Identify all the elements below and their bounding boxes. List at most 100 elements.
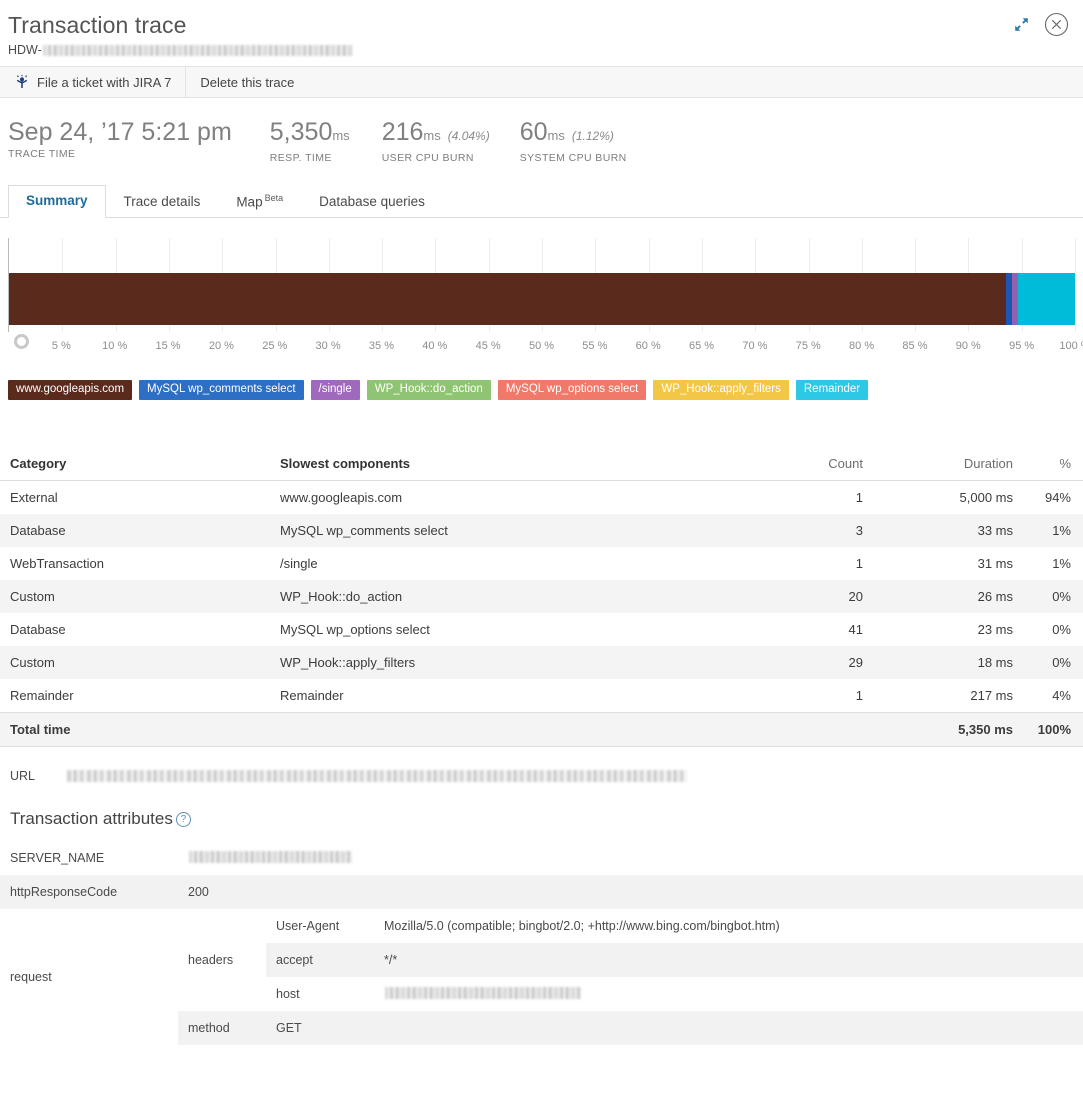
- cell-duration: 26 ms: [873, 580, 1023, 613]
- table-row[interactable]: CustomWP_Hook::do_action2026 ms0%: [0, 580, 1083, 613]
- axis-tick-label: 60 %: [636, 340, 661, 352]
- tab-map[interactable]: MapBeta: [218, 183, 301, 219]
- metric-system-cpu-value: 60ms (1.12%): [520, 118, 627, 150]
- question-mark-icon[interactable]: ?: [176, 812, 191, 827]
- cell-count: 29: [763, 646, 873, 679]
- metric-system-cpu-unit: ms: [548, 128, 565, 143]
- cell-count: 20: [763, 580, 873, 613]
- chart-stacked-bar[interactable]: [9, 273, 1075, 325]
- bar-segment[interactable]: [9, 273, 1006, 325]
- col-header-count[interactable]: Count: [763, 450, 873, 481]
- jira-icon: [14, 74, 30, 90]
- cell-category: Custom: [0, 580, 270, 613]
- attr-value-method: GET: [266, 1011, 1083, 1045]
- tab-summary[interactable]: Summary: [8, 185, 106, 218]
- breakdown-table: Category Slowest components Count Durati…: [0, 450, 1083, 747]
- col-header-percent[interactable]: %: [1023, 450, 1083, 481]
- headers-container: User-AgentMozilla/5.0 (compatible; bingb…: [266, 909, 1083, 1011]
- cell-component: www.googleapis.com: [270, 481, 763, 515]
- table-row[interactable]: RemainderRemainder1217 ms4%: [0, 679, 1083, 713]
- request-headers-row: headers User-AgentMozilla/5.0 (compatibl…: [178, 909, 1083, 1011]
- header-row: host: [266, 977, 1083, 1011]
- tab-bar: Summary Trace details MapBeta Database q…: [0, 186, 1083, 218]
- axis-tick-label: 90 %: [956, 340, 981, 352]
- axis-tick-label: 75 %: [796, 340, 821, 352]
- legend-item[interactable]: MySQL wp_comments select: [139, 380, 303, 400]
- cell-duration: 31 ms: [873, 547, 1023, 580]
- cell-category: WebTransaction: [0, 547, 270, 580]
- headers-table: User-AgentMozilla/5.0 (compatible; bingb…: [266, 909, 1083, 1011]
- action-bar: File a ticket with JIRA 7 Delete this tr…: [0, 66, 1083, 98]
- attr-value-http-response-code: 200: [178, 875, 1083, 909]
- metric-user-cpu-label: USER CPU BURN: [382, 152, 490, 164]
- tab-database-queries[interactable]: Database queries: [301, 186, 443, 218]
- breakdown-table-foot: Total time 5,350 ms 100%: [0, 713, 1083, 747]
- table-row[interactable]: CustomWP_Hook::apply_filters2918 ms0%: [0, 646, 1083, 679]
- header-name: User-Agent: [266, 909, 374, 943]
- cell-category: Database: [0, 514, 270, 547]
- cell-duration: 5,000 ms: [873, 481, 1023, 515]
- request-nested-table: headers User-AgentMozilla/5.0 (compatibl…: [178, 909, 1083, 1045]
- table-row[interactable]: WebTransaction/single131 ms1%: [0, 547, 1083, 580]
- cell-percent: 4%: [1023, 679, 1083, 713]
- trace-subtitle-prefix: HDW-: [8, 43, 42, 57]
- col-header-duration[interactable]: Duration: [873, 450, 1023, 481]
- delete-trace-label: Delete this trace: [200, 75, 294, 90]
- metric-user-cpu: 216ms (4.04%) USER CPU BURN: [382, 118, 490, 164]
- metric-system-cpu: 60ms (1.12%) SYSTEM CPU BURN: [520, 118, 627, 164]
- metric-user-cpu-unit: ms: [423, 128, 440, 143]
- cell-category: Database: [0, 613, 270, 646]
- metric-resp-time: 5,350ms RESP. TIME: [270, 118, 350, 164]
- attr-key-headers: headers: [178, 909, 266, 1011]
- axis-tick-label: 45 %: [476, 340, 501, 352]
- close-circle-icon[interactable]: [1044, 12, 1069, 37]
- axis-tick-label: 5 %: [52, 340, 71, 352]
- url-row: URL: [10, 769, 1083, 783]
- metric-user-cpu-value: 216ms (4.04%): [382, 118, 490, 150]
- legend-item[interactable]: /single: [311, 380, 360, 400]
- axis-tick-label: 95 %: [1009, 340, 1034, 352]
- legend-item[interactable]: WP_Hook::do_action: [367, 380, 491, 400]
- legend-item[interactable]: WP_Hook::apply_filters: [653, 380, 789, 400]
- col-header-category[interactable]: Category: [0, 450, 270, 481]
- header-value: [374, 977, 1083, 1011]
- server-name-redacted: [189, 851, 352, 863]
- tab-trace-details[interactable]: Trace details: [106, 186, 219, 218]
- metric-trace-time-label: TRACE TIME: [8, 148, 232, 160]
- chart-x-axis: 5 %10 %15 %20 %25 %30 %35 %40 %45 %50 %5…: [8, 336, 1075, 358]
- file-jira-ticket-button[interactable]: File a ticket with JIRA 7: [0, 67, 186, 97]
- transaction-attributes-heading: Transaction attributes ?: [10, 809, 1083, 829]
- axis-tick-label: 100 %: [1059, 340, 1083, 352]
- cell-count: 1: [763, 679, 873, 713]
- bar-segment[interactable]: [1032, 273, 1075, 325]
- metric-system-cpu-pct: (1.12%): [572, 129, 614, 143]
- cell-category: Remainder: [0, 679, 270, 713]
- legend-item[interactable]: Remainder: [796, 380, 868, 400]
- request-method-row: method GET: [178, 1011, 1083, 1045]
- cell-count: 3: [763, 514, 873, 547]
- table-row[interactable]: DatabaseMySQL wp_comments select333 ms1%: [0, 514, 1083, 547]
- cell-percent: 1%: [1023, 514, 1083, 547]
- metric-user-cpu-pct: (4.04%): [448, 129, 490, 143]
- axis-tick-label: 80 %: [849, 340, 874, 352]
- url-value-redacted: [67, 770, 687, 782]
- delete-trace-button[interactable]: Delete this trace: [186, 67, 308, 97]
- attr-row-server-name: SERVER_NAME: [0, 841, 1083, 875]
- cell-component: /single: [270, 547, 763, 580]
- table-row[interactable]: DatabaseMySQL wp_options select4123 ms0%: [0, 613, 1083, 646]
- metric-system-cpu-label: SYSTEM CPU BURN: [520, 152, 627, 164]
- tab-trace-details-label: Trace details: [124, 194, 201, 209]
- cell-component: MySQL wp_comments select: [270, 514, 763, 547]
- col-header-components[interactable]: Slowest components: [270, 450, 763, 481]
- legend-item[interactable]: www.googleapis.com: [8, 380, 132, 400]
- attr-key-server-name: SERVER_NAME: [0, 841, 178, 875]
- cell-duration: 18 ms: [873, 646, 1023, 679]
- expand-arrows-icon[interactable]: [1013, 16, 1030, 33]
- table-row[interactable]: Externalwww.googleapis.com15,000 ms94%: [0, 481, 1083, 515]
- header-name: host: [266, 977, 374, 1011]
- axis-tick-label: 15 %: [156, 340, 181, 352]
- legend-item[interactable]: MySQL wp_options select: [498, 380, 647, 400]
- tab-summary-label: Summary: [26, 193, 88, 208]
- bar-segment[interactable]: [1006, 273, 1013, 325]
- header-row: User-AgentMozilla/5.0 (compatible; bingb…: [266, 909, 1083, 943]
